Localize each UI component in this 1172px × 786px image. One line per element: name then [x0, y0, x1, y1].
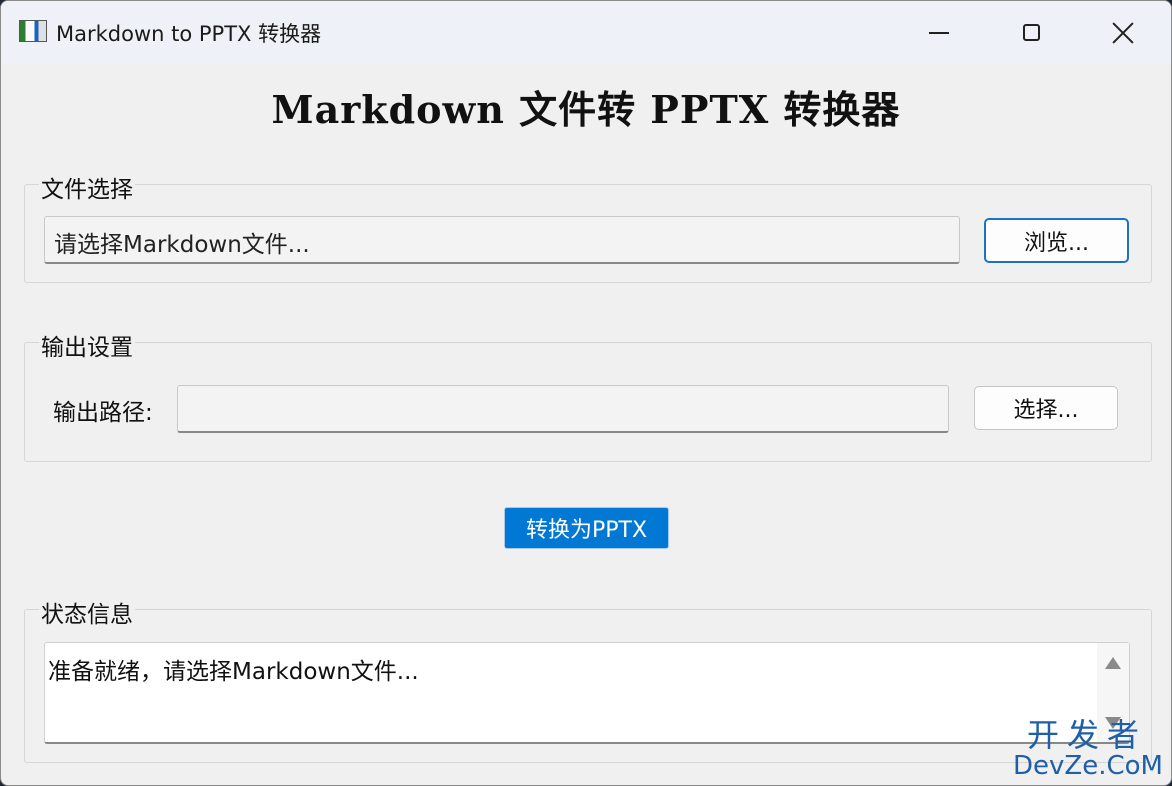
file-selection-label: 文件选择 [39, 170, 135, 204]
watermark-line-2: DevZe.CoM [1013, 751, 1163, 781]
status-label: 状态信息 [39, 595, 135, 629]
minimize-icon [929, 31, 949, 34]
pptx-app-icon [19, 20, 47, 42]
status-message: 准备就绪，请选择Markdown文件... [48, 659, 419, 685]
page-title: Markdown 文件转 PPTX 转换器 [271, 87, 901, 132]
choose-output-button[interactable]: 选择... [974, 386, 1118, 430]
app-window: Markdown to PPTX 转换器 Markdown 文件转 PPTX 转… [0, 0, 1172, 786]
status-text-area[interactable]: 准备就绪，请选择Markdown文件... [44, 642, 1130, 744]
convert-to-pptx-button[interactable]: 转换为PPTX [504, 507, 669, 549]
close-icon [1112, 22, 1134, 44]
maximize-button[interactable] [985, 1, 1077, 64]
close-button[interactable] [1077, 1, 1169, 64]
output-path-label: 输出路径: [53, 400, 153, 426]
minimize-button[interactable] [893, 1, 985, 64]
window-title: Markdown to PPTX 转换器 [56, 22, 322, 46]
title-bar[interactable]: Markdown to PPTX 转换器 [1, 1, 1171, 64]
markdown-file-field[interactable]: 请选择Markdown文件... [44, 216, 960, 264]
watermark-logo: 开发者 DevZe.CoM [1013, 716, 1163, 781]
output-settings-label: 输出设置 [39, 328, 135, 362]
output-path-field[interactable] [177, 385, 949, 433]
watermark-line-1: 开发者 [1026, 716, 1147, 754]
scroll-up-arrow-icon[interactable] [1105, 657, 1121, 669]
maximize-icon [1022, 24, 1040, 41]
browse-button[interactable]: 浏览... [984, 218, 1129, 263]
